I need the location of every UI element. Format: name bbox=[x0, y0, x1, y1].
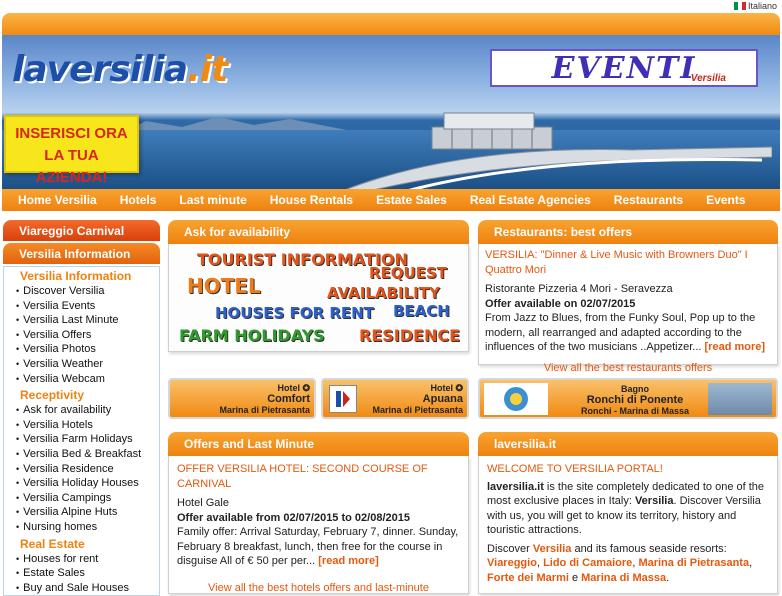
ask-availability-box: Ask for availability TOURIST INFORMATION… bbox=[168, 220, 469, 352]
restaurant-available: Offer available on 02/07/2015 bbox=[485, 297, 636, 310]
sidebar-item[interactable]: Versilia Photos bbox=[4, 342, 159, 357]
sidebar-info-header[interactable]: Versilia Information bbox=[3, 243, 160, 264]
ask-availability-graphic[interactable]: TOURIST INFORMATION REQUEST HOTEL AVAILA… bbox=[168, 244, 469, 352]
intro-paragraph: laversilia.it is the site completely ded… bbox=[487, 480, 765, 537]
nav-events[interactable]: Events bbox=[706, 193, 745, 207]
pier-graphic bbox=[343, 112, 772, 190]
sidebar-item[interactable]: Versilia Bed & Breakfast bbox=[4, 447, 159, 462]
laversilia-title: laversilia.it bbox=[478, 432, 778, 456]
offer-item-title[interactable]: OFFER VERSILIA HOTEL: SECOND COURSE OF C… bbox=[177, 462, 460, 491]
offers-body: OFFER VERSILIA HOTEL: SECOND COURSE OF C… bbox=[168, 456, 469, 594]
offers-box: Offers and Last Minute OFFER VERSILIA HO… bbox=[168, 432, 469, 594]
language-label: Italiano bbox=[748, 1, 778, 11]
marina-di-pietrasanta-link[interactable]: Marina di Pietrasanta bbox=[638, 557, 749, 569]
sidebar-item[interactable]: Versilia Alpine Huts bbox=[4, 505, 159, 520]
marina-di-massa-link[interactable]: Marina di Massa bbox=[581, 572, 666, 584]
bagno-ronchi-banner[interactable]: Bagno Ronchi di Ponente Ronchi - Marina … bbox=[478, 378, 778, 419]
restaurants-title: Restaurants: best offers bbox=[478, 220, 778, 244]
ask-word: BEACH bbox=[393, 302, 450, 320]
sidebar-item[interactable]: Versilia Webcam bbox=[4, 372, 159, 387]
sidebar-item[interactable]: Versilia Last Minute bbox=[4, 313, 159, 328]
ask-word: AVAILABILITY bbox=[327, 284, 440, 302]
restaurant-desc: From Jazz to Blues, from the Funky Soul,… bbox=[485, 312, 766, 353]
banner-text: Hotel ✪ Comfort Marina di Pietrasanta bbox=[219, 383, 310, 415]
laversilia-body: WELCOME TO VERSILIA PORTAL! laversilia.i… bbox=[478, 456, 778, 594]
sidebar-item[interactable]: Versilia Events bbox=[4, 299, 159, 314]
sidebar: Viareggio Carnival Versilia Information … bbox=[3, 220, 160, 596]
sidebar-item[interactable]: Discover Versilia bbox=[4, 284, 159, 299]
ask-availability-title: Ask for availability bbox=[168, 220, 469, 244]
sidebar-item[interactable]: Versilia Campings bbox=[4, 491, 159, 506]
hotel-comfort-banner[interactable]: Hotel ✪ Comfort Marina di Pietrasanta bbox=[168, 378, 316, 419]
viareggio-link[interactable]: Viareggio bbox=[487, 557, 537, 569]
main-nav: Home Versilia Hotels Last minute House R… bbox=[2, 189, 780, 211]
top-bar bbox=[2, 13, 780, 35]
restaurants-body: VERSILIA: "Dinner & Live Music with Brow… bbox=[478, 244, 778, 374]
restaurant-offer-title[interactable]: VERSILIA: "Dinner & Live Music with Brow… bbox=[485, 248, 771, 277]
sidebar-section-info: Versilia Information bbox=[20, 269, 132, 283]
sidebar-section-receptivity: Receptivity bbox=[20, 388, 85, 403]
eventi-versilia-banner[interactable]: EVENTI Versilia bbox=[490, 49, 758, 87]
sidebar-item[interactable]: Versilia Farm Holidays bbox=[4, 432, 159, 447]
resorts-paragraph: Discover Versilia and its famous seaside… bbox=[487, 542, 753, 584]
hotel-apuana-logo bbox=[329, 385, 357, 413]
offers-title: Offers and Last Minute bbox=[168, 432, 469, 456]
italian-flag-icon bbox=[734, 2, 746, 10]
ask-word: REQUEST bbox=[369, 264, 448, 282]
nav-hotels[interactable]: Hotels bbox=[120, 193, 157, 207]
sidebar-item[interactable]: Ask for availability bbox=[4, 403, 159, 418]
beach-photo bbox=[708, 383, 772, 415]
versilia-link[interactable]: Versilia bbox=[533, 543, 572, 555]
sidebar-item[interactable]: Estate Sales bbox=[4, 566, 159, 581]
nav-home[interactable]: Home Versilia bbox=[18, 193, 97, 207]
welcome-title: WELCOME TO VERSILIA PORTAL! bbox=[487, 463, 663, 475]
language-selector[interactable]: Italiano bbox=[734, 1, 777, 11]
restaurant-venue: Ristorante Pizzeria 4 Mori - Seravezza bbox=[485, 283, 673, 295]
nav-restaurants[interactable]: Restaurants bbox=[614, 193, 683, 207]
ask-word: HOTEL bbox=[187, 274, 261, 298]
sidebar-section-real-estate: Real Estate bbox=[20, 536, 85, 551]
view-all-restaurants-link[interactable]: View all the best restaurants offers bbox=[485, 361, 771, 376]
sidebar-item[interactable]: Houses for rent bbox=[4, 552, 159, 567]
sidebar-item[interactable]: Nursing homes bbox=[4, 520, 159, 535]
offer-desc: Family offer: Arrival Saturday, February… bbox=[177, 526, 459, 567]
sidebar-item[interactable]: Versilia Residence bbox=[4, 462, 159, 477]
ask-word: FARM HOLIDAYS bbox=[179, 326, 325, 345]
sidebar-item[interactable]: Versilia Hotels bbox=[4, 418, 159, 433]
sidebar-item[interactable]: Versilia Offers bbox=[4, 328, 159, 343]
ask-word: RESIDENCE bbox=[359, 326, 460, 345]
laversilia-box: laversilia.it WELCOME TO VERSILIA PORTAL… bbox=[478, 432, 778, 594]
nav-estate-sales[interactable]: Estate Sales bbox=[376, 193, 447, 207]
restaurants-box: Restaurants: best offers VERSILIA: "Dinn… bbox=[478, 220, 778, 374]
sidebar-menu: Versilia Information Discover Versilia V… bbox=[3, 266, 160, 596]
add-your-business-promo[interactable]: INSERISCI ORA LA TUA AZIENDA! bbox=[4, 115, 139, 186]
banner-text: Bagno Ronchi di Ponente Ronchi - Marina … bbox=[580, 384, 690, 416]
banner-text: Hotel ✪ Apuana Marina di Pietrasanta bbox=[372, 383, 463, 415]
sidebar-carnival-link[interactable]: Viareggio Carnival bbox=[3, 220, 160, 241]
header-banner: laversilia.it EVENTI Versilia INSERISCI … bbox=[2, 35, 780, 190]
read-more-link[interactable]: [read more] bbox=[705, 341, 766, 353]
offer-available: Offer available from 02/07/2015 to 02/08… bbox=[177, 511, 410, 524]
ask-word: HOUSES FOR RENT bbox=[215, 304, 374, 322]
offer-hotel: Hotel Gale bbox=[177, 497, 229, 509]
hotel-apuana-banner[interactable]: Hotel ✪ Apuana Marina di Pietrasanta bbox=[321, 378, 469, 419]
site-logo[interactable]: laversilia.it bbox=[12, 49, 228, 90]
sidebar-item[interactable]: Versilia Holiday Houses bbox=[4, 476, 159, 491]
lido-di-camaiore-link[interactable]: Lido di Camaiore bbox=[543, 557, 632, 569]
sidebar-item[interactable]: Buy and Sale Houses bbox=[4, 581, 159, 596]
view-all-offers-link[interactable]: View all the best hotels offers and last… bbox=[177, 581, 460, 596]
read-more-link[interactable]: [read more] bbox=[318, 555, 379, 567]
forte-dei-marmi-link[interactable]: Forte dei Marmi bbox=[487, 572, 569, 584]
bagno-logo bbox=[484, 383, 548, 415]
nav-real-estate-agencies[interactable]: Real Estate Agencies bbox=[470, 193, 591, 207]
nav-last-minute[interactable]: Last minute bbox=[179, 193, 246, 207]
nav-house-rentals[interactable]: House Rentals bbox=[270, 193, 353, 207]
sidebar-item[interactable]: Versilia Weather bbox=[4, 357, 159, 372]
